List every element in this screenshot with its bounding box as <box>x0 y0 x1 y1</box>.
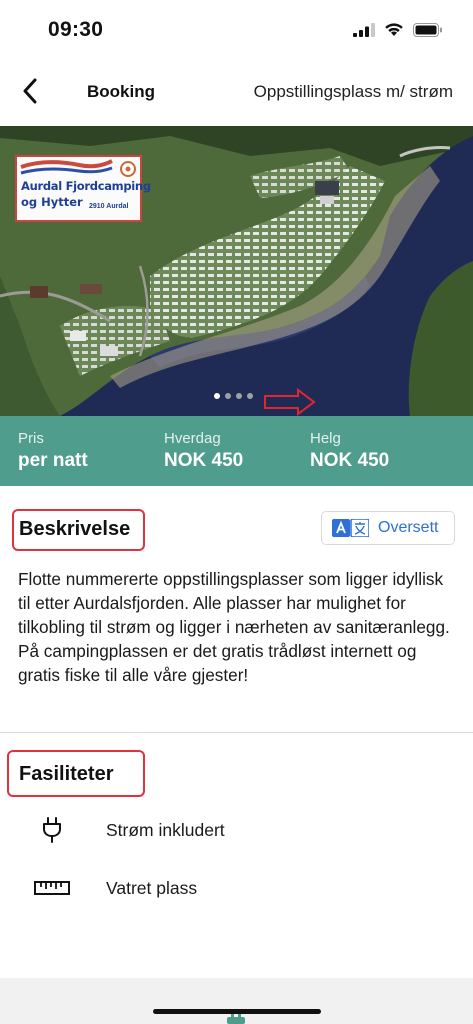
price-label: Hverdag <box>164 430 221 447</box>
campsite-logo: Aurdal Fjordcamping og Hytter 2910 Aurda… <box>15 155 151 222</box>
facility-label: Vatret plass <box>106 878 198 898</box>
status-time: 09:30 <box>48 18 104 41</box>
bottom-action-icon[interactable] <box>225 1013 247 1024</box>
logo-place: 2910 Aurdal <box>89 203 129 210</box>
cellular-signal-icon <box>353 22 375 37</box>
carousel-dot[interactable] <box>236 393 242 399</box>
logo-emblem-icon <box>120 161 136 177</box>
page-subtitle: Oppstillingsplass m/ strøm <box>253 82 453 101</box>
wifi-icon <box>385 23 403 36</box>
translate-icon <box>332 519 369 537</box>
power-plug-icon <box>34 816 70 844</box>
ruler-icon <box>34 874 70 902</box>
chevron-left-icon <box>23 78 37 104</box>
translate-button[interactable]: Oversett <box>321 511 455 545</box>
facility-item-level: Vatret plass <box>0 868 473 908</box>
carousel-pagination <box>214 393 253 399</box>
logo-name-line1: Aurdal Fjordcamping <box>21 179 151 193</box>
photo-carousel[interactable]: Aurdal Fjordcamping og Hytter 2910 Aurda… <box>0 126 473 416</box>
price-value: NOK 450 <box>310 450 390 471</box>
facility-label: Strøm inkludert <box>106 820 225 840</box>
status-icons <box>353 22 443 37</box>
price-column-weekend: Helg NOK 450 <box>310 430 389 472</box>
carousel-dot[interactable] <box>225 393 231 399</box>
nav-bar: Booking Oppstillingsplass m/ strøm <box>0 68 473 116</box>
description-title: Beskrivelse <box>19 518 131 540</box>
divider <box>0 732 473 733</box>
carousel-dot[interactable] <box>214 393 220 399</box>
price-label: Pris <box>18 430 44 447</box>
logo-name-line2: og Hytter <box>21 195 83 209</box>
status-bar: 09:30 <box>0 0 473 62</box>
price-label: Helg <box>310 430 341 447</box>
page-title: Booking <box>87 82 155 101</box>
price-value: per natt <box>18 450 88 471</box>
price-bar: Pris per natt Hverdag NOK 450 Helg NOK 4… <box>0 416 473 486</box>
facilities-title: Fasiliteter <box>19 763 114 785</box>
description-text: Flotte nummererte oppstillingsplasser so… <box>18 569 450 685</box>
price-column-base: Pris per natt <box>18 430 88 472</box>
battery-icon <box>413 22 442 37</box>
translate-button-label: Oversett <box>378 519 439 536</box>
logo-flags-icon <box>20 159 113 175</box>
back-button[interactable] <box>14 74 46 108</box>
carousel-dot[interactable] <box>247 393 253 399</box>
price-column-weekday: Hverdag NOK 450 <box>164 430 243 472</box>
home-indicator[interactable] <box>153 1009 321 1014</box>
facility-item-power: Strøm inkludert <box>0 810 473 850</box>
price-value: NOK 450 <box>164 450 244 471</box>
